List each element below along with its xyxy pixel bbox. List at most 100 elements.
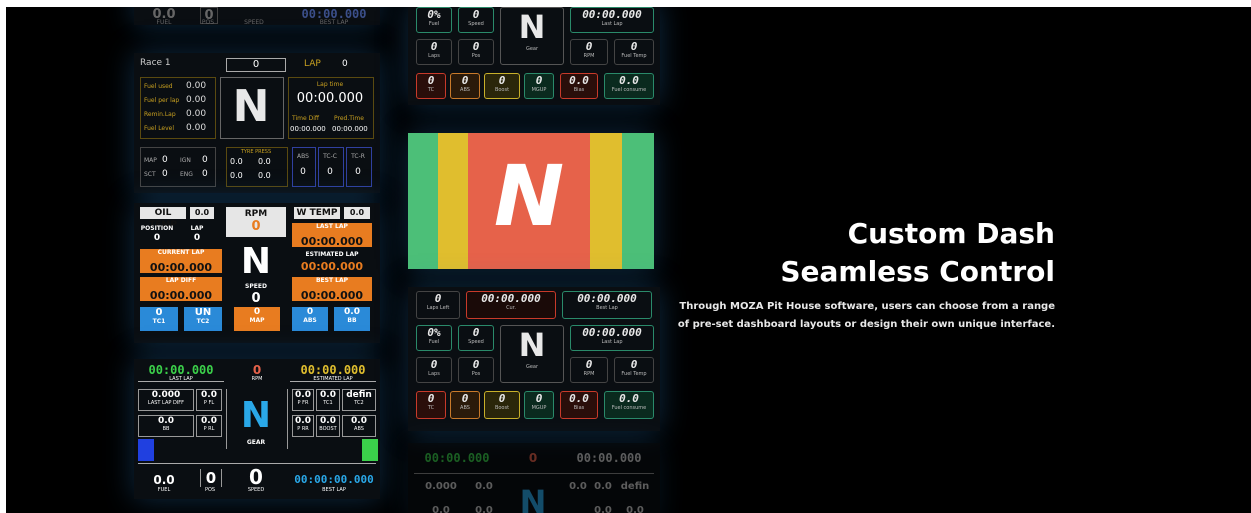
tc2-value: defin	[346, 390, 372, 400]
fuel-temp-tile: 0 Fuel Temp	[614, 39, 654, 65]
last-lap-value: 00:00.000	[424, 451, 490, 465]
pos-label: Pos	[471, 371, 481, 377]
band-left-green	[408, 133, 438, 269]
bb-box: 0.0 BB	[334, 307, 370, 331]
band-right-yellow	[590, 133, 622, 269]
bb-value: 0.0	[158, 416, 174, 426]
best-lap-value: 00:00.000	[577, 292, 637, 305]
laps-left-tile: 0 Laps Left	[416, 291, 460, 319]
bb-value: 0.0	[344, 307, 360, 317]
pfl-cell: 0.0 P FL	[196, 389, 222, 411]
timediff-value: 00:00.000	[290, 125, 326, 133]
rpm-tile: 0 RPM	[570, 357, 608, 383]
hero-body-line1: Through MOZA Pit House software, users c…	[679, 301, 1055, 312]
lap-diff-value: 0.000	[151, 390, 181, 400]
abs-value: 0	[461, 392, 469, 405]
left-blue-bar	[138, 439, 154, 461]
laps-tile: 0 Laps	[416, 39, 452, 65]
laptime-value: 00:00.000	[296, 91, 364, 106]
tc1-value: 0.0	[320, 390, 336, 400]
pos-tile: 0 Pos	[458, 357, 494, 383]
boost-value: 0	[498, 74, 506, 87]
best-lap-label: Best Lap	[596, 305, 618, 311]
abs-label: ABS	[354, 426, 364, 432]
ign-value: 0	[202, 155, 208, 165]
gear-value: N	[519, 483, 547, 513]
gear-label: Gear	[525, 364, 539, 370]
lap-diff-label: LAP DIFF	[165, 277, 197, 284]
best-lap-label: BEST LAP	[322, 487, 346, 493]
hero-body-line2: of pre-set dashboard layouts or design t…	[677, 319, 1055, 330]
fuel-label: FUEL	[157, 487, 171, 493]
speed-label: SPEED	[245, 283, 267, 290]
fuel-per-lap-label: Fuel per lap	[144, 97, 180, 104]
boost-label: Boost	[494, 405, 510, 411]
remin-lap-label: Remin.Lap	[144, 111, 176, 118]
pfr-value: 0.0	[569, 481, 587, 492]
bestlap-label: BEST LAP	[319, 19, 349, 26]
laps-left-value: 0	[434, 292, 442, 305]
gear-value: N	[240, 241, 272, 282]
gear-value: N	[518, 8, 546, 46]
abs-cell: 0.0 ABS	[342, 415, 376, 437]
bias-label: Bias	[573, 87, 585, 93]
abs-value: 0	[461, 74, 469, 87]
fuel-temp-label: Fuel Temp	[621, 53, 647, 59]
rpm-value: 0	[252, 363, 262, 377]
fuel-label: Fuel	[428, 339, 440, 345]
bias-tile: 0.0 Bias	[560, 391, 598, 419]
lap-box: 0	[226, 58, 286, 72]
wtemp-label: W TEMP	[294, 207, 340, 219]
tc2-value: UN	[194, 307, 212, 318]
tc2-label: TC2	[354, 400, 364, 406]
abs-value: 0	[300, 167, 306, 177]
gear-value: N	[232, 81, 270, 132]
tyre-rl: 0.0	[230, 171, 243, 180]
est-lap-value: 00:00.000	[300, 363, 366, 377]
dash-orange: OIL TEMP 0.0 RPM 0 W TEMP 0.0 POSITION L…	[134, 203, 380, 343]
fuel-value: 0%	[427, 8, 441, 21]
eng-value: 0	[202, 169, 208, 179]
tcr-label: TC-R	[351, 153, 365, 160]
prr-label: P RR	[297, 426, 309, 432]
pfl-label: P FL	[203, 400, 215, 406]
rpm-value: 0	[585, 358, 593, 371]
tcc-label: TC-C	[323, 153, 337, 160]
ign-label: IGN	[180, 157, 191, 164]
gear-tile: N Gear	[500, 7, 564, 65]
best-lap-label: BEST LAP	[315, 277, 349, 284]
fuel-temp-tile: 0 Fuel Temp	[614, 357, 654, 383]
tc-value: 0	[427, 392, 435, 405]
fuel-label: FUEL	[156, 19, 172, 26]
laptime-label: Lap time	[316, 81, 344, 88]
fuel-consume-tile: 0.0 Fuel consume	[604, 391, 654, 419]
tyre-label: TYRE PRESS	[240, 149, 272, 155]
est-lap-value: 00:00.000	[576, 451, 642, 465]
gear-tile: N Gear	[500, 325, 564, 383]
tc2-box: UN TC2	[184, 307, 222, 331]
fuel-consume-label: Fuel consume	[611, 87, 647, 93]
row3-b: 0.0	[475, 505, 493, 513]
pfr-cell: 0.0 P FR	[292, 389, 314, 411]
tyre-fl: 0.0	[230, 157, 243, 166]
tc2-label: TC2	[196, 318, 210, 325]
dash-tiles-2: 0 Laps Left 00:00.000 Cur. 00:00.000 Best L…	[408, 287, 660, 431]
abs-box: 0 ABS	[292, 307, 328, 331]
hero-title-line2: Seamless Control	[780, 255, 1055, 288]
fuel-tile: 0% Fuel	[416, 7, 452, 33]
position-label: POSITION	[140, 225, 174, 232]
laps-left-label: Laps Left	[426, 305, 450, 311]
oil-temp-label: OIL TEMP	[140, 207, 186, 230]
last-lap-label: LAST LAP	[316, 223, 348, 230]
pos-label: Pos	[471, 53, 481, 59]
fuel-label: Fuel	[428, 21, 440, 27]
speed-label: Speed	[468, 21, 484, 27]
map-value: 0	[253, 307, 261, 317]
prl-label: P RL	[203, 426, 215, 432]
timediff-label: Time Diff	[292, 115, 320, 122]
last-lap-tile: 00:00.000 Last Lap	[570, 325, 654, 351]
prr-cell: 0.0 P RR	[292, 415, 314, 437]
fuel-temp-value: 0	[630, 358, 638, 371]
row3-c: 0.0	[594, 505, 612, 513]
pos-value: 0	[472, 40, 480, 53]
